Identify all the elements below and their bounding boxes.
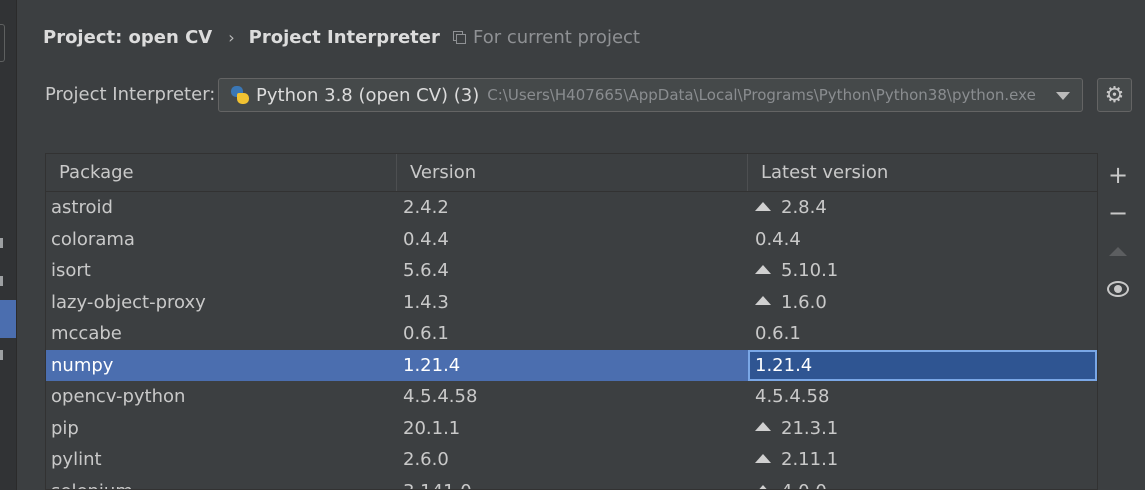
upgrade-available-icon xyxy=(755,422,771,431)
version-cell[interactable]: 4.5.4.58 xyxy=(397,381,748,413)
latest-version-label: 21.3.1 xyxy=(781,417,839,439)
scope-indicator: For current project xyxy=(453,24,640,50)
version-cell[interactable]: 0.4.4 xyxy=(397,224,748,256)
interpreter-settings-button[interactable]: ⚙ xyxy=(1097,78,1132,112)
breadcrumb-current-page: Project Interpreter xyxy=(248,26,440,48)
column-header-latest-version[interactable]: Latest version xyxy=(748,154,1097,191)
interpreter-dropdown[interactable]: Python 3.8 (open CV) (3) C:\Users\H40766… xyxy=(218,78,1083,112)
latest-version-cell[interactable]: 0.4.4 xyxy=(748,224,1097,256)
plus-icon: + xyxy=(1107,161,1129,189)
upgrade-arrow-icon xyxy=(1109,246,1127,256)
breadcrumb: Project: open CV › Project Interpreter xyxy=(43,24,440,50)
scope-label: For current project xyxy=(473,26,640,48)
package-name-cell[interactable]: colorama xyxy=(46,224,397,256)
package-name-cell[interactable]: opencv-python xyxy=(46,381,397,413)
latest-version-label: 0.6.1 xyxy=(755,323,801,344)
packages-table[interactable]: Package Version Latest version astroid 2.… xyxy=(45,153,1098,490)
latest-version-cell[interactable]: 4.5.4.58 xyxy=(748,381,1097,413)
latest-version-label: 1.21.4 xyxy=(755,354,813,376)
upgrade-package-button[interactable] xyxy=(1103,232,1133,270)
package-name-cell[interactable]: pylint xyxy=(46,444,397,476)
left-panel-selected-item[interactable] xyxy=(0,300,16,338)
upgrade-available-icon xyxy=(755,201,771,211)
show-early-releases-button[interactable] xyxy=(1103,270,1133,308)
version-cell[interactable]: 2.6.0 xyxy=(397,444,748,476)
latest-version-cell[interactable]: 4.0.0 xyxy=(748,476,1097,490)
left-panel-marker xyxy=(0,238,3,248)
left-panel-box xyxy=(0,24,5,62)
table-row[interactable]: pip 20.1.1 21.3.1 xyxy=(46,413,1097,445)
latest-version-label: 0.4.4 xyxy=(755,228,801,250)
table-row[interactable]: numpy 1.21.4 1.21.4 xyxy=(46,349,1097,382)
copy-icon xyxy=(453,31,466,44)
table-row[interactable]: mccabe 0.6.1 0.6.1 xyxy=(46,318,1097,350)
latest-version-label: 2.11.1 xyxy=(781,449,839,470)
package-name-cell[interactable]: pip xyxy=(46,413,397,445)
breadcrumb-separator-icon: › xyxy=(228,27,235,47)
column-header-version[interactable]: Version xyxy=(397,154,748,191)
package-name-cell[interactable]: numpy xyxy=(46,350,397,382)
version-cell[interactable]: 3.141.0 xyxy=(397,476,748,490)
latest-version-cell[interactable]: 21.3.1 xyxy=(748,413,1097,445)
uninstall-package-button[interactable]: − xyxy=(1103,194,1133,232)
breadcrumb-project[interactable]: Project: open CV xyxy=(43,27,212,48)
package-name-cell[interactable]: selenium xyxy=(46,476,397,490)
table-row[interactable]: isort 5.6.4 5.10.1 xyxy=(46,255,1097,287)
package-name-cell[interactable]: astroid xyxy=(46,192,397,224)
table-body: astroid 2.4.2 2.8.4 colorama 0.4.4 0.4.4 isort… xyxy=(46,192,1097,490)
package-toolbar: + − xyxy=(1103,156,1133,308)
latest-version-label: 4.0.0 xyxy=(781,481,827,490)
latest-version-cell[interactable]: 1.6.0 xyxy=(748,287,1097,319)
left-panel-marker xyxy=(0,276,3,286)
left-panel-strip xyxy=(0,0,17,490)
latest-version-cell[interactable]: 1.21.4 xyxy=(748,349,1097,381)
interpreter-label: Project Interpreter: xyxy=(45,84,216,105)
table-row[interactable]: opencv-python 4.5.4.58 4.5.4.58 xyxy=(46,381,1097,413)
package-name-cell[interactable]: isort xyxy=(46,255,397,287)
version-cell[interactable]: 1.21.4 xyxy=(397,350,748,382)
chevron-down-icon[interactable] xyxy=(1056,92,1070,100)
latest-version-label: 1.6.0 xyxy=(781,291,827,313)
version-cell[interactable]: 5.6.4 xyxy=(397,255,748,287)
upgrade-available-icon xyxy=(755,296,771,305)
latest-version-cell[interactable]: 2.8.4 xyxy=(748,192,1097,224)
latest-version-label: 2.8.4 xyxy=(781,197,827,218)
version-cell[interactable]: 0.6.1 xyxy=(397,318,748,350)
interpreter-name: Python 3.8 (open CV) (3) xyxy=(256,84,480,106)
table-header: Package Version Latest version xyxy=(46,154,1097,192)
version-cell[interactable]: 20.1.1 xyxy=(397,413,748,445)
latest-version-label: 4.5.4.58 xyxy=(755,386,830,407)
latest-version-cell[interactable]: 0.6.1 xyxy=(748,318,1097,350)
interpreter-path: C:\Users\H407665\AppData\Local\Programs\… xyxy=(487,86,1036,104)
upgrade-available-icon xyxy=(755,485,771,489)
table-row[interactable]: selenium3.141.0 4.0.0 xyxy=(46,476,1097,490)
eye-icon xyxy=(1107,281,1129,297)
package-name-cell[interactable]: mccabe xyxy=(46,318,397,350)
left-panel-marker xyxy=(0,350,3,360)
python-icon xyxy=(230,85,250,105)
minus-icon: − xyxy=(1107,199,1129,227)
column-header-package[interactable]: Package xyxy=(46,154,397,191)
install-package-button[interactable]: + xyxy=(1103,156,1133,194)
upgrade-available-icon xyxy=(755,453,771,463)
latest-version-label: 5.10.1 xyxy=(781,260,839,281)
latest-version-cell[interactable]: 2.11.1 xyxy=(748,444,1097,476)
version-cell[interactable]: 1.4.3 xyxy=(397,287,748,319)
upgrade-available-icon xyxy=(755,264,771,274)
latest-version-cell[interactable]: 5.10.1 xyxy=(748,255,1097,287)
table-row[interactable]: astroid 2.4.2 2.8.4 xyxy=(46,192,1097,224)
table-row[interactable]: pylint 2.6.0 2.11.1 xyxy=(46,444,1097,476)
gear-icon: ⚙ xyxy=(1104,82,1125,108)
table-row[interactable]: colorama 0.4.4 0.4.4 xyxy=(46,224,1097,256)
table-row[interactable]: lazy-object-proxy 1.4.3 1.6.0 xyxy=(46,287,1097,319)
version-cell[interactable]: 2.4.2 xyxy=(397,192,748,224)
package-name-cell[interactable]: lazy-object-proxy xyxy=(46,287,397,319)
